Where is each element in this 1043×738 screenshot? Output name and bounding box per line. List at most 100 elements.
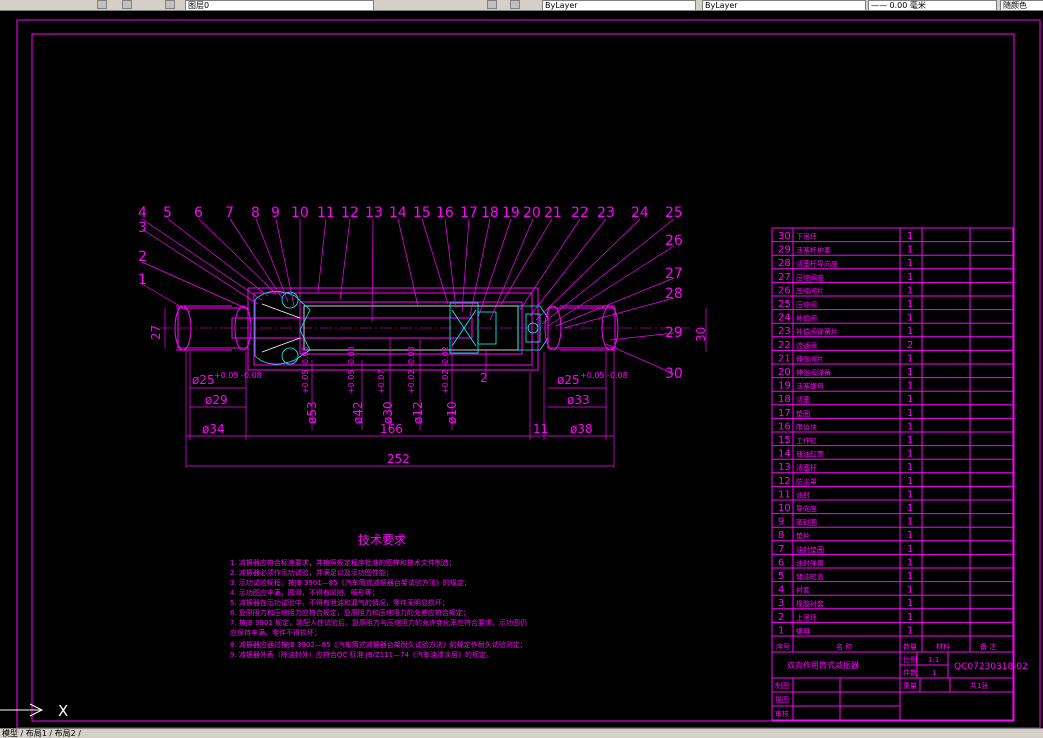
drawing-canvas[interactable]: 4 5 6 7 8 9 10 11 12 13 14 15 16 17 18 1…: [0, 0, 1043, 737]
table-row-name: 导向座: [796, 504, 817, 513]
table-row-name: 压缩阀: [796, 300, 817, 309]
table-row-no: 22: [778, 340, 791, 351]
dim-d42: ø42: [351, 401, 365, 424]
dim-d25-right-tol: +0.05 -0.08: [580, 371, 628, 380]
tech-line-3: 3. 示功试验规程：按JB 3901—85《汽车筒式减振器台架试验方法》的规定；: [230, 578, 471, 587]
table-row-no: 16: [778, 421, 791, 432]
part-no-19: 19: [502, 205, 520, 221]
part-no-29: 29: [665, 325, 683, 341]
table-row-no: 23: [778, 326, 791, 337]
table-row-name: 橡胶衬套: [796, 599, 824, 608]
table-header-no: 序号: [776, 642, 790, 651]
ucs-x-label: X: [58, 702, 68, 720]
part-no-14: 14: [389, 205, 407, 221]
part-no-17: 17: [460, 205, 478, 221]
table-row-qty: 1: [907, 462, 913, 473]
table-row-no: 21: [778, 353, 791, 364]
table-row-qty: 1: [907, 313, 913, 324]
title-block-title: 双向作用筒式减振器: [787, 660, 859, 670]
tech-line-4: 4. 示功图应丰满、圆滑，不得有凹陷、畸形等；: [230, 588, 379, 597]
dim-d42-tol: +0.05 -0.08: [347, 346, 356, 394]
dim-2: 2: [480, 371, 488, 385]
table-row-no: 6: [778, 557, 784, 568]
dim-d12: ø12: [411, 401, 425, 424]
table-row-name: 防尘罩: [796, 477, 817, 486]
table-row-name: 垫片: [796, 531, 810, 540]
table-row-qty: 1: [907, 489, 913, 500]
table-row-no: 5: [778, 571, 784, 582]
tech-line-8: 应保持丰满，零件不得损坏；: [230, 628, 321, 637]
dim-d25-left-tol: +0.05 -0.08: [214, 371, 262, 380]
table-row-no: 30: [778, 231, 791, 242]
parts-list-rows: 30 下吊环 129 活塞杆护套 128 活塞杆导向座 127 压缩阀座 126 压缩阀片 125 压…: [772, 231, 1013, 637]
table-row-qty: 1: [907, 258, 913, 269]
part-no-21: 21: [544, 205, 562, 221]
count-value: 1: [932, 669, 936, 677]
scale-value: 1:1: [928, 656, 939, 664]
table-row-name: 补偿阀弹簧片: [796, 327, 838, 336]
table-row-no: 13: [778, 462, 791, 473]
part-no-1: 1: [138, 272, 147, 288]
table-row-name: 活塞杆护套: [796, 246, 831, 255]
table-row-name: 压缩阀座: [796, 273, 824, 282]
part-no-27: 27: [665, 266, 683, 282]
table-row-qty: 1: [907, 625, 913, 636]
part-no-3: 3: [138, 220, 147, 236]
part-no-16: 16: [436, 205, 454, 221]
table-row-name: 补偿阀: [796, 314, 817, 323]
table-row-name: 限位块: [796, 422, 817, 431]
shock-absorber-assembly: 4 5 6 7 8 9 10 11 12 13 14 15 16 17 18 1…: [138, 205, 708, 468]
table-row-qty: 1: [907, 299, 913, 310]
table-row-name: 密封圈: [796, 518, 817, 527]
table-row-qty: 2: [907, 340, 913, 351]
part-no-8: 8: [251, 205, 260, 221]
table-header-name: 名 称: [836, 642, 852, 651]
table-row-name: 活塞: [796, 395, 810, 404]
part-no-24: 24: [631, 205, 649, 221]
table-row-no: 20: [778, 367, 791, 378]
table-row-no: 29: [778, 245, 791, 256]
dim-d30-tol: +0.07: [377, 369, 386, 394]
table-row-qty: 1: [907, 503, 913, 514]
part-no-30: 30: [665, 366, 683, 382]
part-no-20: 20: [523, 205, 541, 221]
part-no-25: 25: [665, 205, 683, 221]
table-row-qty: 1: [907, 381, 913, 392]
part-no-26: 26: [665, 233, 683, 249]
table-row-name: 垫圈: [796, 409, 810, 418]
dim-d38: ø38: [570, 422, 593, 436]
dim-252: 252: [387, 452, 410, 466]
tech-requirements-title: 技术要求: [358, 533, 406, 547]
table-row-qty: 1: [907, 231, 913, 242]
dim-d33: ø33: [567, 393, 590, 407]
table-row-qty: 1: [907, 449, 913, 460]
table-row-qty: 1: [907, 408, 913, 419]
dim-d53-tol: +0.05 -0.08: [301, 346, 310, 394]
table-row-qty: 1: [907, 612, 913, 623]
table-row-qty: 1: [907, 530, 913, 541]
table-row-no: 18: [778, 394, 791, 405]
dim-d29: ø29: [205, 393, 228, 407]
tech-line-2: 2. 减振器必须作示功试验，并满足以及示功图性能；: [230, 568, 393, 577]
table-row-qty: 1: [907, 476, 913, 487]
tech-line-1: 1. 减振器应符合标准要求，并按照规定程序批准的图样和技术文件制造；: [230, 558, 456, 567]
dim-30: 30: [694, 327, 708, 342]
table-row-name: 油封垫圈: [796, 545, 824, 554]
table-row-no: 8: [778, 530, 784, 541]
table-header-remark: 备 注: [980, 642, 996, 651]
table-row-no: 10: [778, 503, 791, 514]
part-no-13: 13: [365, 205, 383, 221]
tech-line-10: 9. 减振器外表（除油封外）应符合QC 标准 JB/Z111—74《汽车油漆涂层…: [230, 650, 493, 659]
dim-11: 11: [533, 422, 548, 436]
table-row-no: 17: [778, 408, 791, 419]
table-row-qty: 1: [907, 245, 913, 256]
part-no-7: 7: [225, 205, 234, 221]
part-no-4: 4: [138, 205, 147, 221]
table-row-no: 12: [778, 476, 791, 487]
checked-label: 审核: [775, 709, 789, 718]
table-row-qty: 1: [907, 517, 913, 528]
table-row-name: 流通阀: [796, 341, 817, 350]
tech-line-7: 7. 按JB 3901 规定，装配入住试验后，复原阻力与压缩阻力的允许变化率应符…: [230, 618, 527, 627]
tech-line-9: 8. 减振器应通过按JB 3902—85《汽车筒式减振器台架耐久试验方法》的规定…: [230, 640, 527, 649]
table-row-no: 4: [778, 585, 784, 596]
